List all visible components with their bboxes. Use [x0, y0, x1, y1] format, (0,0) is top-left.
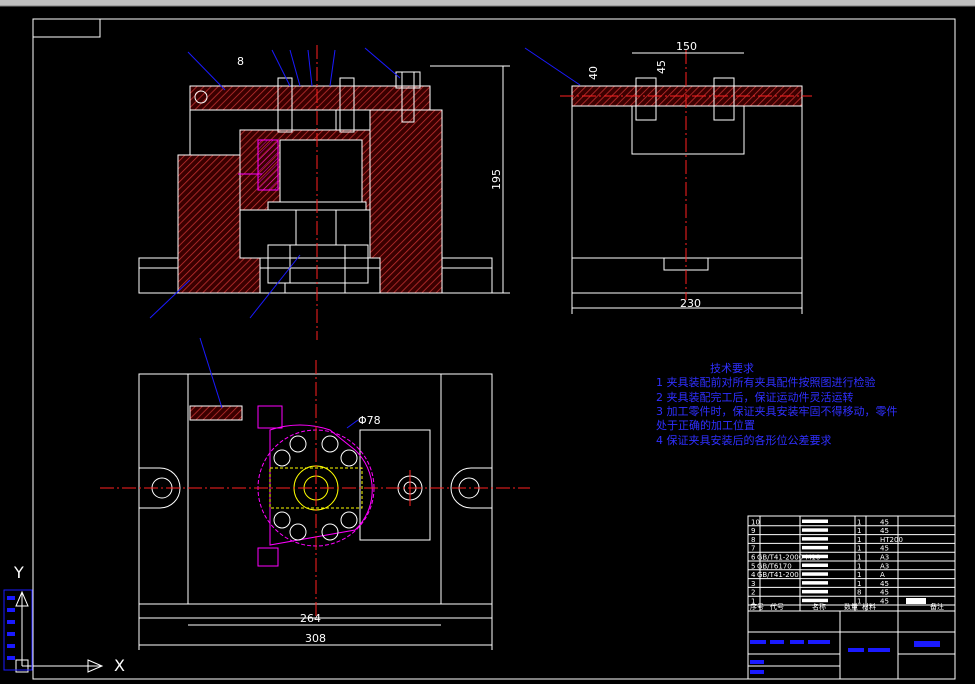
corner-label-box	[32, 18, 101, 38]
dim-width-side: 230	[680, 297, 701, 310]
bom-row-material: 45	[880, 545, 889, 553]
side-view[interactable]: 230 150 40 45	[524, 40, 812, 314]
bom-row-name-mark	[802, 519, 828, 523]
bom-row-no: 9	[751, 527, 755, 535]
dim-front-small: 8	[237, 55, 244, 68]
bom-row-material: A	[880, 571, 885, 579]
bom-row-qty: 1	[857, 527, 861, 535]
bom-row-name-mark	[802, 545, 828, 550]
dim-side-top-width: 150	[676, 40, 697, 53]
bom-header-cell: 数量	[844, 602, 858, 611]
bom-row-material: A3	[880, 562, 889, 570]
ucs-icon: X Y	[13, 563, 125, 675]
bom-row-name-mark	[802, 554, 828, 559]
bom-row-name-mark	[802, 572, 828, 576]
bom-row-no: 6	[751, 554, 756, 562]
bom-row-name-mark	[802, 537, 828, 541]
bom-row-no: 10	[751, 518, 760, 526]
bom-row-name-mark	[802, 563, 828, 567]
bom-row-qty: 1	[857, 571, 861, 579]
notes-line-3: 3 加工零件时，保证夹具安装牢固不得移动，零件	[656, 404, 898, 418]
notes-line-1: 1 夹具装配前对所有夹具配件按照图进行检验	[656, 375, 876, 389]
bom-row-name-mark	[802, 589, 828, 594]
bom-row-material: 45	[880, 580, 889, 588]
bom-row-qty: 1	[857, 545, 861, 553]
bom-row-no: 7	[751, 545, 755, 553]
x-axis-label: X	[114, 656, 125, 675]
bom-row-qty: 1	[857, 562, 861, 570]
dim-diameter-circle: Φ78	[358, 414, 381, 427]
bom-row-material: 45	[880, 518, 889, 526]
bom-row-no: 3	[751, 580, 755, 588]
bom-row-qty: 1	[857, 518, 861, 526]
notes-line-5: 4 保证夹具安装后的各形位公差要求	[656, 433, 832, 447]
notes-line-4: 处于正确的加工位置	[656, 418, 755, 432]
dim-side-small-b: 45	[655, 60, 668, 74]
dim-width-top-inner: 264	[300, 612, 321, 625]
dim-side-small-a: 40	[587, 66, 600, 80]
technical-notes: 技术要求 1 夹具装配前对所有夹具配件按照图进行检验 2 夹具装配完工后，保证运…	[656, 362, 898, 447]
bom-row-material: 45	[880, 598, 889, 606]
bom-row-no: 4	[751, 571, 756, 579]
bom-row-no: 5	[751, 562, 755, 570]
drawing-border	[32, 18, 956, 680]
bom-row-qty: 1	[857, 554, 861, 562]
bom-row-qty: 8	[857, 589, 861, 597]
bom-row-qty: 1	[857, 536, 861, 544]
bom-row-no: 2	[751, 589, 755, 597]
bom-row-name-mark	[802, 528, 828, 532]
notes-line-2: 2 夹具装配完工后，保证运动件灵活运转	[656, 390, 854, 404]
bom-row-name-mark	[802, 581, 828, 585]
bom-row-material: 45	[880, 589, 889, 597]
dim-width-top-outer: 308	[305, 632, 326, 645]
notes-title: 技术要求	[710, 362, 754, 375]
bom-header-cell: 备注	[930, 602, 944, 611]
bom-row-code: GB/T41-200	[757, 571, 799, 579]
bom-row-code: GB/T6170	[757, 562, 792, 570]
bom-row-material: HT200	[880, 536, 903, 544]
bom-header-cell: 材料	[862, 602, 876, 611]
cad-drawing-canvas[interactable]: 195 8 230 150 40 45 Φ78 264 308 技术要求 1 夹…	[0, 0, 975, 684]
top-view[interactable]: Φ78 264 308	[100, 337, 530, 650]
y-axis-label: Y	[13, 563, 24, 582]
bom-row-material: A3	[880, 554, 889, 562]
title-block[interactable]: 10 1 459 1 458 1 HT2007 1 456 GB/T41-2000 M10 1 A35…	[747, 515, 956, 680]
bom-row-no: 8	[751, 536, 755, 544]
bom-header-cell: 代号	[770, 602, 784, 611]
bom-header-cell: 名称	[812, 602, 826, 611]
bom-row-material: 45	[880, 527, 889, 535]
bom-row-qty: 1	[857, 580, 861, 588]
front-section-view[interactable]: 195 8	[138, 45, 510, 340]
dim-height-front: 195	[490, 169, 503, 190]
toolbar-strip	[0, 0, 975, 6]
bom-row-name-mark	[802, 598, 828, 603]
bom-header-cell: 序号	[750, 602, 764, 611]
